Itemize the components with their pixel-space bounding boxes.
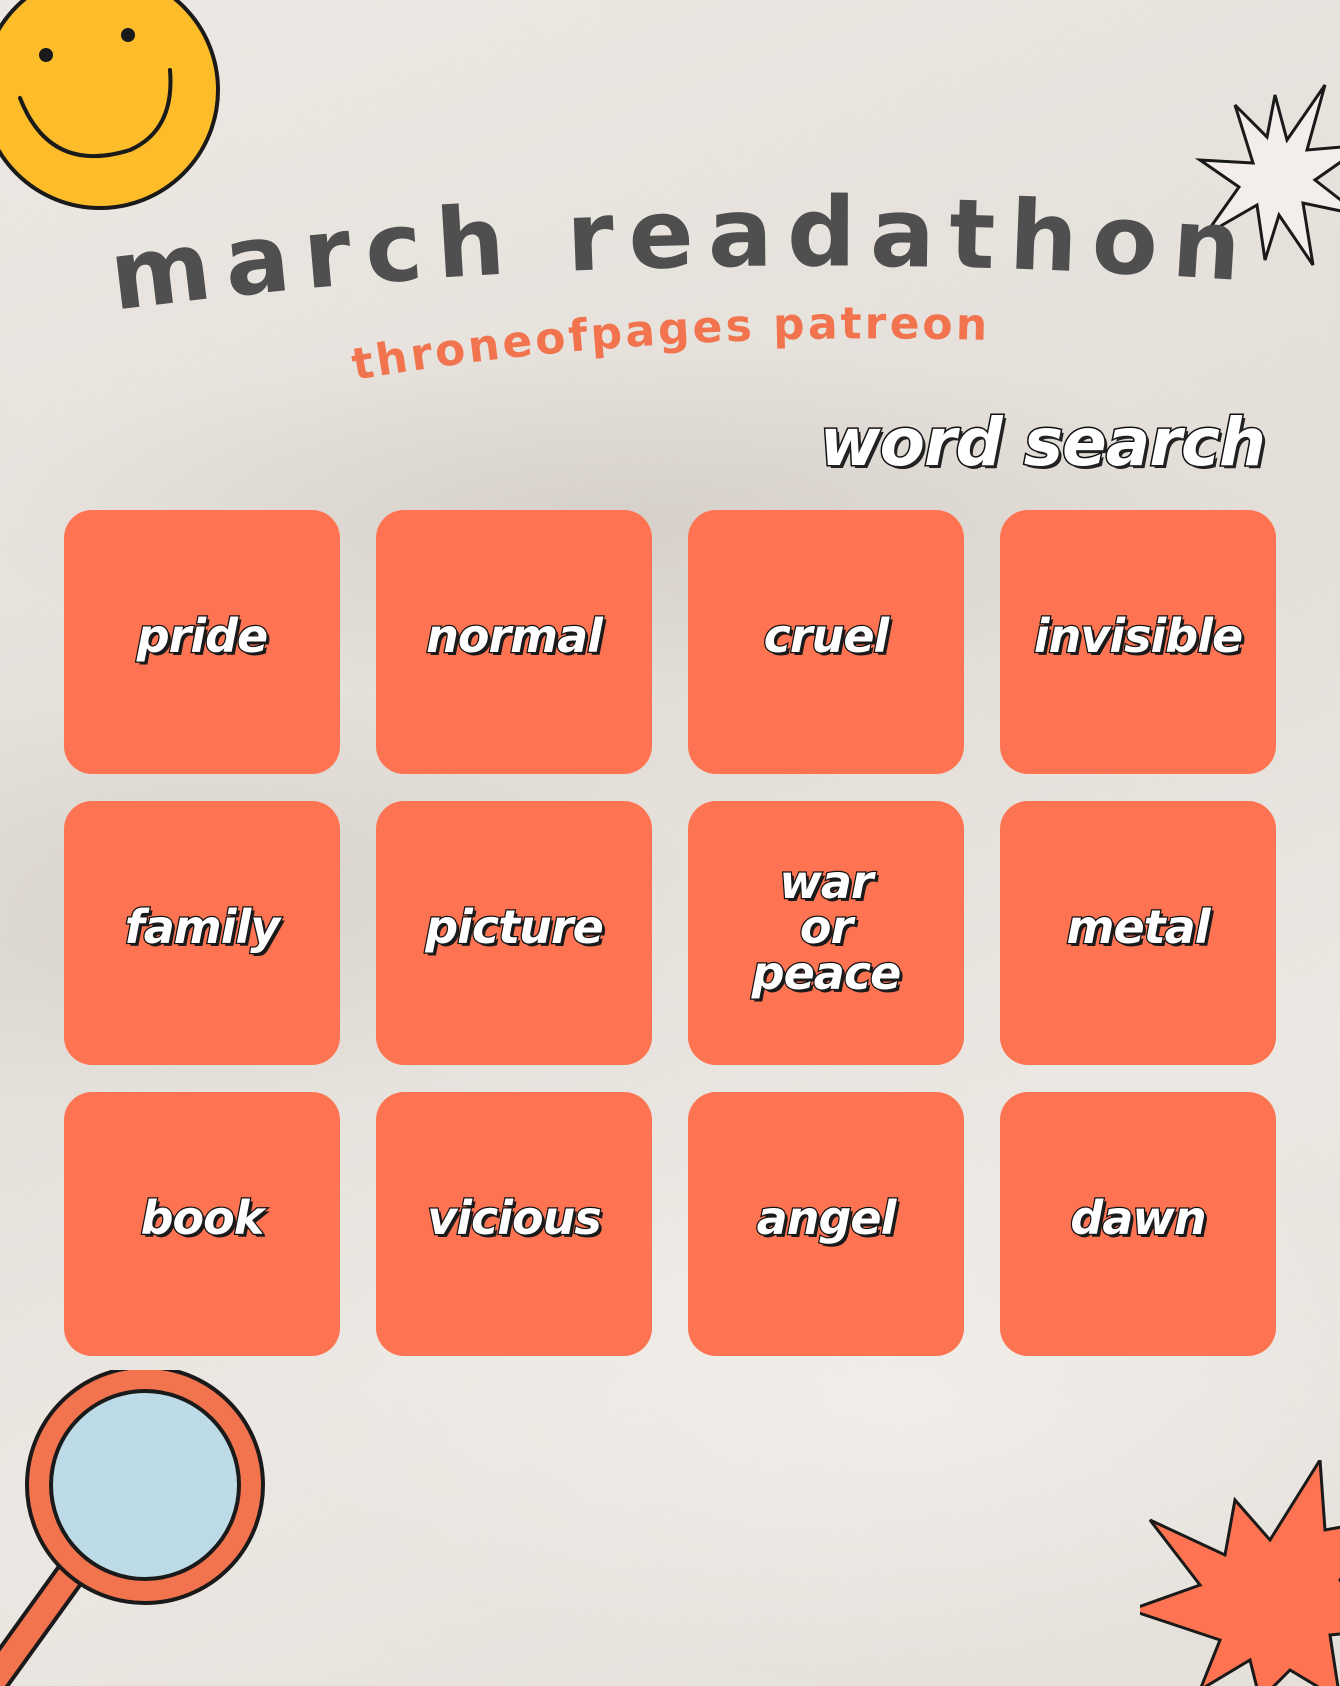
word-grid: pride normal cruel invisible family pict… — [64, 510, 1276, 1356]
starburst-icon — [1140, 1460, 1340, 1686]
word-label: cruel — [762, 609, 890, 664]
word-tile: picture — [376, 801, 652, 1065]
word-tile: normal — [376, 510, 652, 774]
word-tile: family — [64, 801, 340, 1065]
word-tile: invisible — [1000, 510, 1276, 774]
title-banner: march readathon throneofpages patreon — [104, 180, 1244, 391]
word-label: war or peace — [750, 855, 902, 1000]
word-label: family — [123, 900, 281, 955]
page-subtitle: throneofpages patreon — [348, 298, 991, 391]
word-label: pride — [135, 609, 269, 664]
word-tile: metal — [1000, 801, 1276, 1065]
word-tile: cruel — [688, 510, 964, 774]
word-label: book — [139, 1191, 265, 1246]
word-label: invisible — [1033, 609, 1245, 664]
word-tile: war or peace — [688, 801, 964, 1065]
word-label: dawn — [1069, 1191, 1208, 1246]
word-tile: angel — [688, 1092, 964, 1356]
word-label: angel — [755, 1191, 897, 1246]
word-tile: vicious — [376, 1092, 652, 1356]
word-label: vicious — [426, 1191, 603, 1246]
magnifying-glass-icon — [0, 1370, 265, 1686]
word-label: picture — [424, 900, 605, 955]
word-label: metal — [1065, 900, 1211, 955]
word-tile: pride — [64, 510, 340, 774]
word-label: normal — [425, 609, 604, 664]
section-heading: word search — [818, 404, 1267, 481]
word-tile: dawn — [1000, 1092, 1276, 1356]
word-tile: book — [64, 1092, 340, 1356]
